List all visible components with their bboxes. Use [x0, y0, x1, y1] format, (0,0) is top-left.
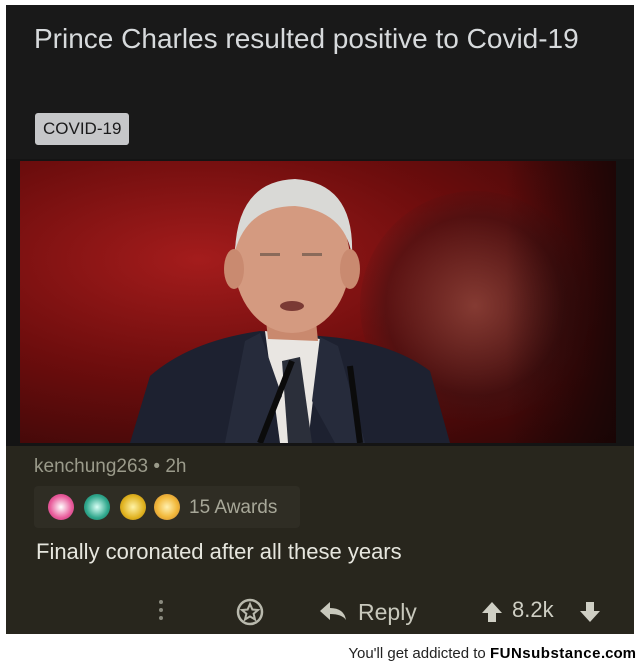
watermark-prefix: You'll get addicted to — [348, 645, 486, 662]
crown-award-icon — [48, 494, 74, 520]
vote-score: 8.2k — [512, 597, 554, 622]
post-header: Prince Charles resulted positive to Covi… — [6, 5, 634, 159]
reply-arrow-icon — [320, 602, 346, 620]
gold-star-award-icon — [120, 494, 146, 520]
comment-age: 2h — [165, 456, 187, 477]
flair-badge[interactable]: COVID-19 — [35, 113, 130, 145]
comment-username[interactable]: kenchung263 — [34, 456, 148, 477]
award-star-icon[interactable] — [236, 598, 264, 626]
watermark-tld: .com — [600, 645, 636, 662]
post-image-container — [6, 159, 634, 446]
comment-meta: kenchung263 • 2h — [34, 456, 186, 478]
awards-bar[interactable]: 15 Awards — [34, 486, 300, 528]
more-options-icon[interactable] — [158, 600, 164, 624]
awards-count: 15 Awards — [189, 497, 278, 518]
globe-award-icon — [84, 494, 110, 520]
upvote-icon[interactable] — [480, 600, 504, 624]
watermark: You'll get addicted to FUNsubstance.com — [348, 645, 636, 662]
comment-actions: Reply 8.2k — [6, 592, 634, 632]
meta-separator: • — [153, 456, 161, 477]
post-title[interactable]: Prince Charles resulted positive to Covi… — [34, 21, 594, 57]
reply-label: Reply — [358, 599, 417, 625]
post-image[interactable] — [20, 161, 616, 443]
watermark-brand: FUNsubstance — [489, 645, 601, 662]
downvote-icon[interactable] — [578, 600, 602, 624]
comment: kenchung263 • 2h 15 Awards Finally coron… — [6, 446, 634, 634]
clapping-hands-award-icon — [154, 494, 180, 520]
comment-body: Finally coronated after all these years — [36, 539, 402, 564]
